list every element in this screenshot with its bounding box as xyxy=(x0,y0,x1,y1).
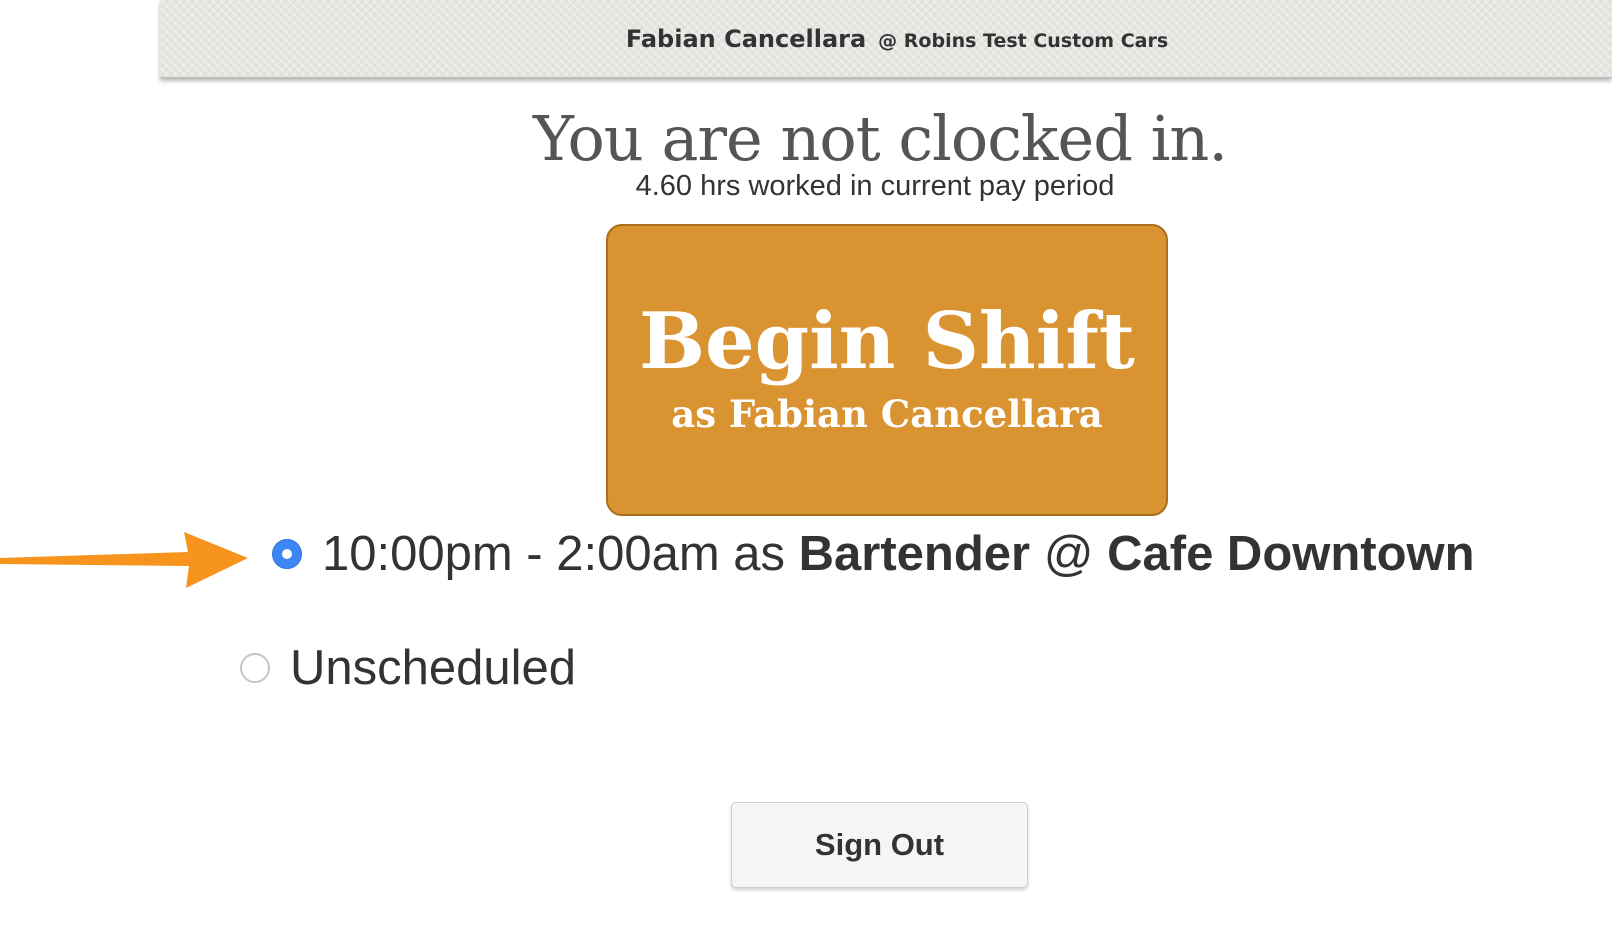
begin-shift-sublabel: as Fabian Cancellara xyxy=(671,392,1103,436)
clock-status-title: You are not clocked in. xyxy=(532,102,1228,175)
radio-button-unselected[interactable] xyxy=(240,653,270,683)
shift-separator-text: @ xyxy=(1030,527,1108,581)
arrow-right-icon xyxy=(0,532,248,588)
header-bar: Fabian Cancellara @ Robins Test Custom C… xyxy=(160,0,1612,78)
shift-location-text: Cafe Downtown xyxy=(1107,527,1475,581)
begin-shift-button[interactable]: Begin Shift as Fabian Cancellara xyxy=(606,224,1168,516)
header-company-name: @ Robins Test Custom Cars xyxy=(878,29,1169,52)
shift-role-text: Bartender xyxy=(798,527,1031,581)
header-user-info: Fabian Cancellara @ Robins Test Custom C… xyxy=(626,25,1168,53)
shift-option-unscheduled[interactable]: Unscheduled xyxy=(240,638,576,698)
sign-out-button[interactable]: Sign Out xyxy=(731,802,1028,888)
begin-shift-label: Begin Shift xyxy=(639,296,1135,387)
clock-in-page: Fabian Cancellara @ Robins Test Custom C… xyxy=(0,0,1612,944)
unscheduled-label: Unscheduled xyxy=(290,641,577,695)
header-user-name: Fabian Cancellara xyxy=(625,24,867,53)
radio-button-selected[interactable] xyxy=(272,539,302,569)
hours-worked-text: 4.60 hrs worked in current pay period xyxy=(635,170,1115,202)
shift-option-scheduled[interactable]: 10:00pm - 2:00am as Bartender @ Cafe Dow… xyxy=(272,524,1475,584)
shift-option-label: 10:00pm - 2:00am as Bartender @ Cafe Dow… xyxy=(322,524,1475,584)
shift-time-text: 10:00pm - 2:00am as xyxy=(322,527,799,581)
